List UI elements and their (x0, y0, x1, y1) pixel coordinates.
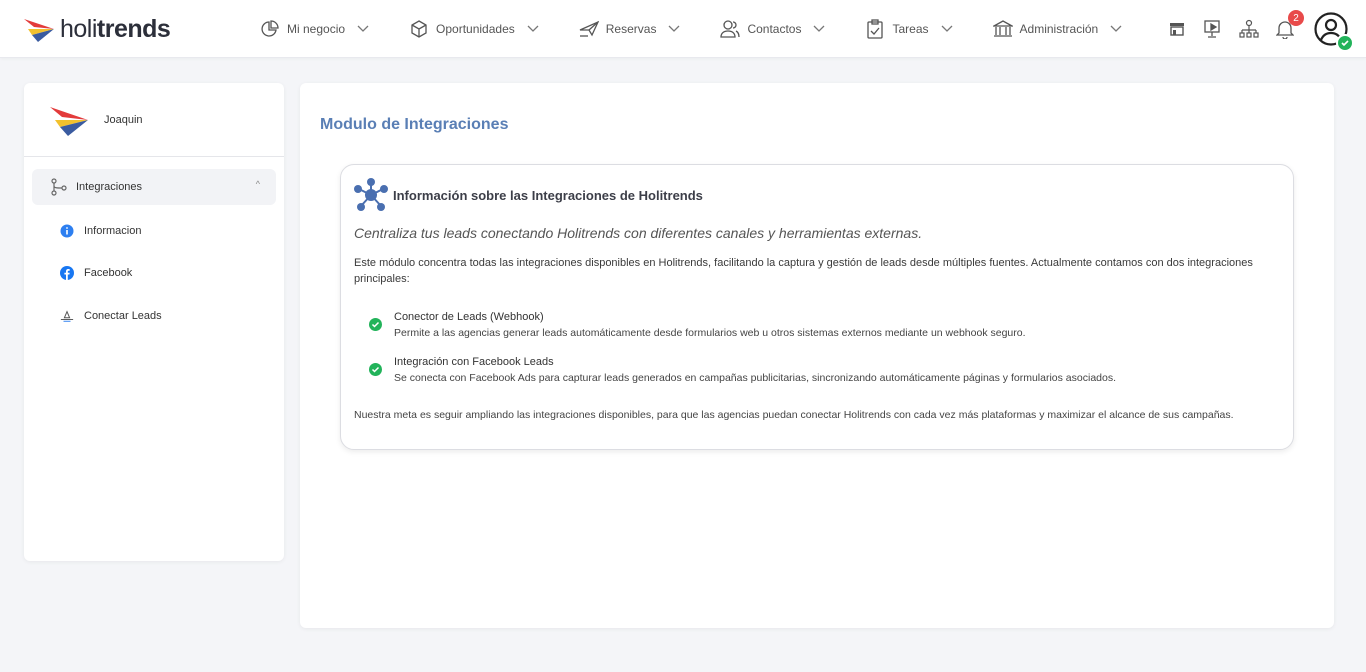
feature-description: Se conecta con Facebook Ads para captura… (394, 372, 1117, 384)
company-logo-icon (50, 106, 88, 136)
check-circle-icon (369, 363, 382, 376)
main-content: Modulo de Integraciones Información sobr… (300, 83, 1334, 628)
notification-badge: 2 (1288, 10, 1304, 26)
chevron-down-icon (1110, 23, 1122, 35)
leads-icon (60, 309, 74, 323)
chevron-down-icon (813, 23, 825, 35)
bell-icon[interactable]: 2 (1274, 10, 1304, 40)
user-avatar-icon[interactable] (1314, 12, 1354, 52)
nav-label: Administración (1019, 22, 1099, 36)
logo-bird-icon (24, 19, 54, 42)
feature-description: Permite a las agencias generar leads aut… (394, 327, 1026, 339)
feature-item: Conector de Leads (Webhook) Permite a la… (369, 309, 1026, 341)
chevron-down-icon (357, 23, 369, 35)
chevron-up-icon: ^ (255, 179, 260, 189)
card-description: Este módulo concentra todas las integrac… (354, 257, 1253, 285)
nav-label: Tareas (892, 22, 929, 36)
store-icon[interactable] (1166, 18, 1188, 40)
clipboard-check-icon (865, 19, 885, 39)
feature-title: Integración con Facebook Leads (394, 356, 554, 368)
info-icon (60, 224, 74, 238)
nav-tareas[interactable]: Tareas (865, 0, 952, 58)
sidebar-item-informacion[interactable]: Informacion (60, 221, 141, 241)
card-title: Información sobre las Integraciones de H… (393, 187, 703, 203)
sidebar-group-label: Integraciones (76, 181, 143, 193)
card-header: Información sobre las Integraciones de H… (353, 177, 703, 213)
chevron-down-icon (941, 23, 953, 35)
nav-reservas[interactable]: Reservas (579, 0, 681, 58)
git-branch-icon (51, 178, 67, 196)
sidebar-item-label: Informacion (84, 225, 142, 237)
org-chart-icon[interactable] (1238, 18, 1260, 40)
feature-item: Integración con Facebook Leads Se conect… (369, 354, 1116, 386)
nav-administracion[interactable]: Administración (992, 0, 1123, 58)
sidebar-group-integraciones[interactable]: Integraciones ^ (32, 169, 276, 205)
sidebar-item-conectar-leads[interactable]: Conectar Leads (60, 306, 162, 326)
sidebar-user: Joaquin (24, 83, 284, 157)
facebook-icon (60, 266, 74, 280)
sidebar-user-name: Joaquin (104, 113, 143, 126)
nav-label: Mi negocio (287, 22, 346, 36)
chevron-down-icon (668, 23, 680, 35)
online-check-icon (1336, 34, 1354, 52)
sidebar: Joaquin Integraciones ^ Informacion Face… (24, 83, 284, 561)
nav-label: Reservas (605, 22, 657, 36)
logo-text: holitrends (60, 14, 171, 43)
sidebar-item-facebook[interactable]: Facebook (60, 263, 132, 283)
nav-contactos[interactable]: Contactos (720, 0, 825, 58)
main-nav: Mi negocio Oportunidades Reservas Contac… (260, 0, 1162, 58)
nav-mi-negocio[interactable]: Mi negocio (260, 0, 369, 58)
sidebar-item-label: Conectar Leads (84, 310, 162, 322)
feature-title: Conector de Leads (Webhook) (394, 311, 544, 323)
integrations-info-card: Información sobre las Integraciones de H… (340, 164, 1294, 450)
page-title: Modulo de Integraciones (320, 116, 509, 133)
cube-icon (409, 19, 429, 39)
plane-icon (579, 19, 599, 39)
users-icon (720, 19, 741, 39)
nav-label: Oportunidades (436, 22, 515, 36)
network-hub-icon (354, 178, 388, 211)
pie-chart-icon (260, 19, 280, 39)
nav-oportunidades[interactable]: Oportunidades (409, 0, 539, 58)
presentation-icon[interactable] (1202, 18, 1224, 40)
nav-label: Contactos (747, 22, 802, 36)
bank-icon (992, 19, 1013, 39)
check-circle-icon (369, 318, 382, 331)
header-actions: 2 (1152, 0, 1354, 58)
top-navbar: holitrends Mi negocio Oportunidades Rese… (0, 0, 1366, 58)
card-subtitle: Centraliza tus leads conectando Holitren… (354, 225, 923, 241)
holitrends-logo[interactable]: holitrends (24, 14, 171, 44)
chevron-down-icon (527, 23, 539, 35)
card-footer-text: Nuestra meta es seguir ampliando las int… (354, 409, 1234, 421)
sidebar-item-label: Facebook (84, 267, 133, 279)
